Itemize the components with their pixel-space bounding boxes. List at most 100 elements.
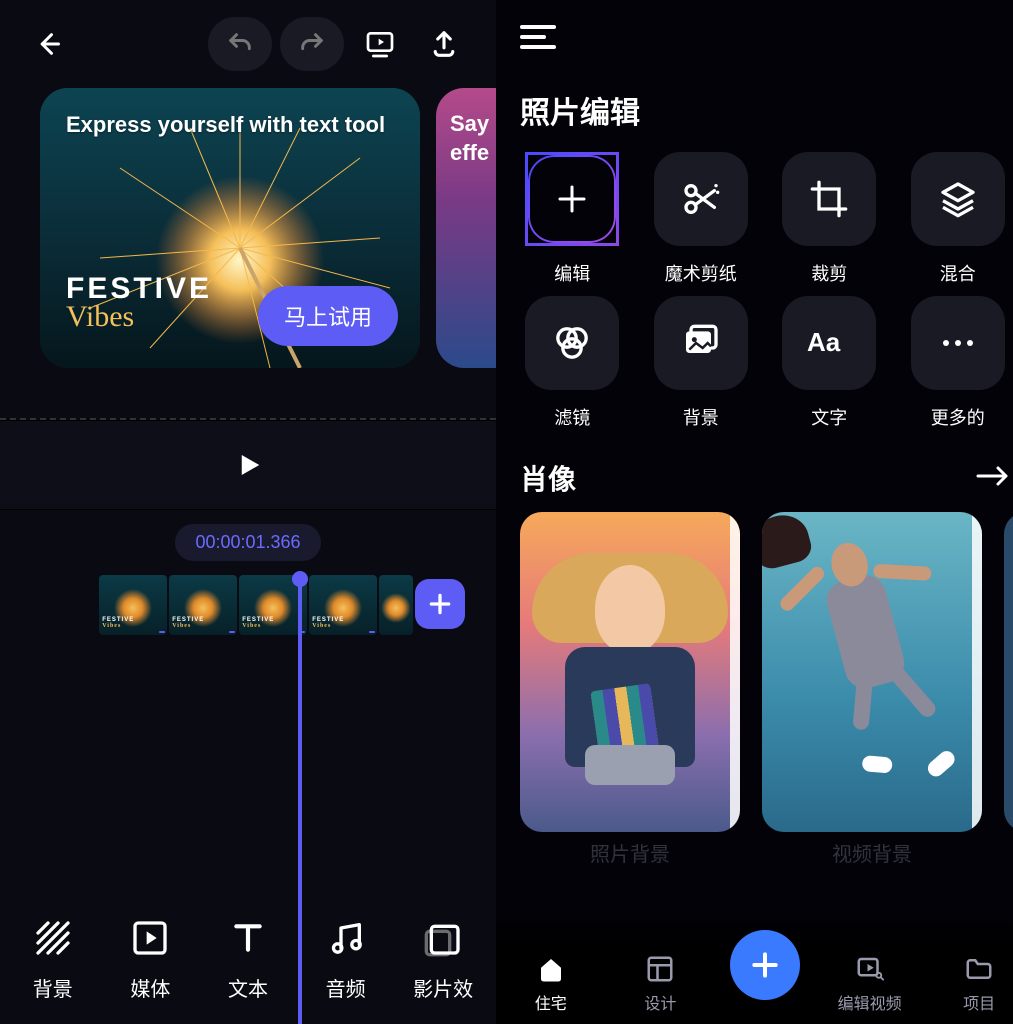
tool-video-effect[interactable]: 影片效 [398, 917, 488, 1002]
crop-icon [809, 179, 849, 219]
redo-icon [298, 30, 326, 58]
timeline-clip[interactable]: FESTIVEVibes [169, 575, 237, 635]
plus-icon [427, 591, 453, 617]
more-icon [938, 337, 978, 349]
stripes-icon [33, 918, 73, 958]
tile-background[interactable]: 背景 [649, 296, 754, 430]
tool-label: 媒体 [130, 973, 170, 1002]
timeline-clip[interactable] [379, 575, 413, 635]
playhead[interactable] [298, 581, 302, 1024]
tool-audio[interactable]: 音频 [301, 917, 391, 1002]
tile-magic-cutout[interactable]: 魔术剪纸 [649, 152, 754, 286]
nav-label: 住宅 [535, 990, 567, 1014]
clip-strip[interactable]: FESTIVEVibes FESTIVEVibes FESTIVEVibes F… [99, 575, 496, 647]
play-icon [233, 450, 263, 480]
editor-toolbar: 背景 媒体 文本 音频 影片效 [0, 899, 496, 1024]
arrow-left-icon [34, 30, 62, 58]
tile-crop[interactable]: 裁剪 [777, 152, 882, 286]
portrait-caption: 照片背景 [520, 838, 740, 867]
play-button[interactable] [230, 447, 266, 483]
play-control-bar [0, 420, 496, 510]
peek-title: Say effe [450, 110, 489, 167]
nav-projects[interactable]: 项目 [939, 954, 1013, 1014]
promo-card-peek[interactable]: Say effe [436, 88, 496, 368]
video-editor-panel: Express yourself with text tool FESTIVE … [0, 0, 496, 1024]
preview-carousel[interactable]: Express yourself with text tool FESTIVE … [0, 88, 496, 388]
preview-button[interactable] [352, 16, 408, 72]
tile-filter[interactable]: 滤镜 [520, 296, 625, 430]
tile-edit[interactable]: 编辑 [520, 152, 625, 286]
undo-icon [226, 30, 254, 58]
layout-icon [645, 954, 675, 984]
tile-text-tool[interactable]: Aa 文字 [777, 296, 882, 430]
media-icon [130, 918, 170, 958]
music-icon [326, 918, 366, 958]
layers-icon [938, 179, 978, 219]
folder-icon [964, 954, 994, 984]
promo-card-title: Express yourself with text tool [66, 110, 394, 140]
promo-card-text-tool[interactable]: Express yourself with text tool FESTIVE … [40, 88, 420, 368]
home-icon [536, 954, 566, 984]
section-more-button[interactable] [976, 464, 1010, 493]
arrow-right-icon [976, 464, 1010, 488]
tool-text[interactable]: 文本 [203, 917, 293, 1002]
try-now-button[interactable]: 马上试用 [258, 286, 398, 346]
portrait-card[interactable] [520, 512, 740, 832]
timeline-clip[interactable]: FESTIVEVibes [309, 575, 377, 635]
portrait-illustration [762, 526, 982, 785]
nav-label: 设计 [644, 990, 676, 1014]
text-icon [228, 918, 268, 958]
tool-label: 影片效 [413, 973, 473, 1002]
promo-badge: FESTIVE Vibes [66, 272, 212, 334]
add-clip-button[interactable] [415, 579, 465, 629]
menu-button[interactable] [520, 23, 560, 56]
nav-home[interactable]: 住宅 [511, 954, 591, 1014]
venn-icon [552, 323, 592, 363]
fab-create-button[interactable] [730, 930, 800, 1000]
tile-label: 魔术剪纸 [665, 260, 737, 286]
menu-icon [520, 23, 556, 51]
tile-label: 背景 [683, 404, 719, 430]
timeline-clip[interactable]: FESTIVEVibes [99, 575, 167, 635]
tool-label: 音频 [326, 973, 366, 1002]
portrait-card[interactable] [762, 512, 982, 832]
redo-button[interactable] [280, 17, 344, 71]
tool-media[interactable]: 媒体 [105, 917, 195, 1002]
nav-label: 编辑视频 [838, 990, 902, 1014]
undo-button[interactable] [208, 17, 272, 71]
tool-tile-grid: 编辑 魔术剪纸 裁剪 混合 滤镜 [496, 138, 1013, 440]
timecode: 00:00:01.366 [175, 524, 320, 561]
image-icon [681, 323, 721, 363]
scissors-icon [681, 179, 721, 219]
tool-background[interactable]: 背景 [8, 917, 98, 1002]
portrait-carousel[interactable] [496, 512, 1013, 842]
tool-label: 背景 [33, 973, 73, 1002]
section-header-portrait: 肖像 [496, 440, 1013, 512]
bottom-nav: 住宅 设计 编辑视频 项目 [496, 914, 1013, 1024]
video-edit-icon [855, 954, 885, 984]
upload-icon [429, 29, 459, 59]
page-title: 照片编辑 [496, 78, 1013, 138]
aa-icon: Aa [807, 327, 851, 359]
editor-topbar [0, 0, 496, 88]
tile-more[interactable]: 更多的 [906, 296, 1011, 430]
tile-label: 滤镜 [554, 404, 590, 430]
tile-label: 文字 [811, 404, 847, 430]
tile-label: 裁剪 [811, 260, 847, 286]
timeline[interactable]: 00:00:01.366 FESTIVEVibes FESTIVEVibes F… [0, 510, 496, 899]
nav-design[interactable]: 设计 [620, 954, 700, 1014]
tile-blend[interactable]: 混合 [906, 152, 1011, 286]
plus-icon [554, 181, 590, 217]
section-title: 肖像 [520, 458, 576, 498]
nav-edit-video[interactable]: 编辑视频 [830, 954, 910, 1014]
nav-label: 项目 [963, 990, 995, 1014]
tile-label: 编辑 [554, 260, 590, 286]
photo-edit-home-panel: 照片编辑 编辑 魔术剪纸 裁剪 混合 [496, 0, 1013, 1024]
export-button[interactable] [416, 16, 472, 72]
back-button[interactable] [24, 16, 72, 72]
tile-label: 更多的 [931, 404, 985, 430]
monitor-play-icon [364, 28, 396, 60]
portrait-card-peek[interactable] [1004, 512, 1013, 832]
right-topbar [496, 0, 1013, 78]
portrait-caption: 视频背景 [762, 838, 982, 867]
